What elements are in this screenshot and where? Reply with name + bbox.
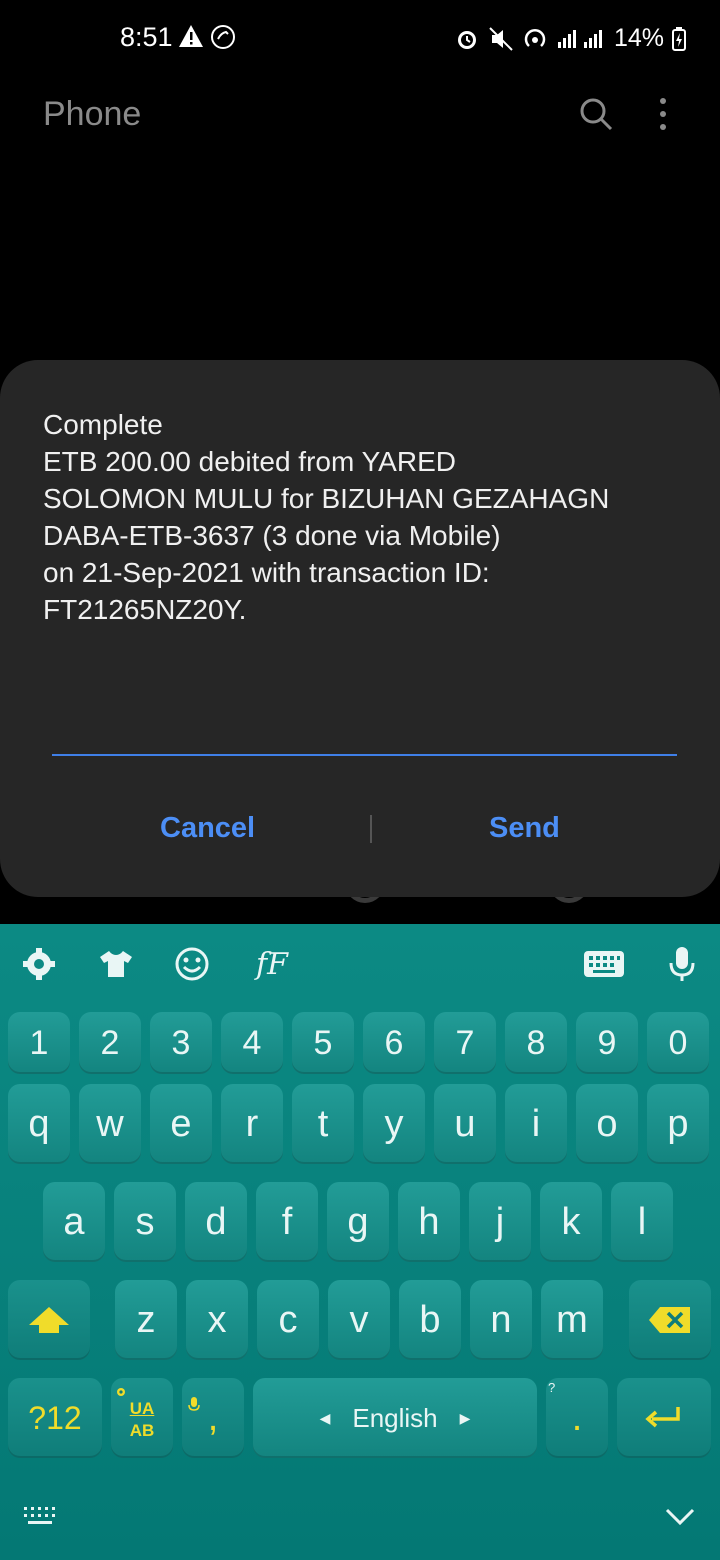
key-o[interactable]: o bbox=[576, 1084, 638, 1164]
enter-key[interactable] bbox=[617, 1378, 711, 1458]
period-hint: ? bbox=[548, 1380, 556, 1395]
voice-input-button[interactable] bbox=[660, 942, 704, 986]
key-r[interactable]: r bbox=[221, 1084, 283, 1164]
theme-button[interactable] bbox=[94, 942, 138, 986]
key-c[interactable]: c bbox=[257, 1280, 319, 1360]
chevron-down-icon bbox=[665, 1508, 695, 1526]
battery-percent: 14% bbox=[613, 24, 664, 52]
cancel-button[interactable]: Cancel bbox=[160, 812, 255, 845]
key-m[interactable]: m bbox=[541, 1280, 603, 1360]
key-h[interactable]: h bbox=[398, 1182, 460, 1262]
key-e[interactable]: e bbox=[150, 1084, 212, 1164]
key-j[interactable]: j bbox=[469, 1182, 531, 1262]
enter-arrow-icon bbox=[645, 1407, 680, 1428]
key-5[interactable]: 5 bbox=[292, 1012, 354, 1074]
reply-input[interactable] bbox=[52, 754, 677, 756]
key-y[interactable]: y bbox=[363, 1084, 425, 1164]
space-language-label: English bbox=[352, 1402, 438, 1433]
tshirt-icon bbox=[100, 951, 132, 977]
key-8[interactable]: 8 bbox=[505, 1012, 567, 1074]
emoji-button[interactable] bbox=[170, 942, 214, 986]
space-key[interactable]: ◀ English ▶ bbox=[253, 1378, 537, 1458]
warning-icon bbox=[179, 25, 203, 47]
lang-switch-bottom: AB bbox=[129, 1421, 155, 1440]
status-right: 14% bbox=[454, 24, 686, 53]
alarm-icon bbox=[457, 30, 476, 49]
key-b[interactable]: b bbox=[399, 1280, 461, 1360]
key-k[interactable]: k bbox=[540, 1182, 602, 1262]
key-u[interactable]: u bbox=[434, 1084, 496, 1164]
gear-icon bbox=[23, 948, 55, 980]
key-2[interactable]: 2 bbox=[79, 1012, 141, 1074]
lang-switch-top: UA bbox=[129, 1399, 155, 1418]
search-button[interactable] bbox=[578, 96, 614, 132]
key-0[interactable]: 0 bbox=[647, 1012, 709, 1074]
key-f[interactable]: f bbox=[256, 1182, 318, 1262]
key-d[interactable]: d bbox=[185, 1182, 247, 1262]
arrow-right-icon: ▶ bbox=[459, 1409, 471, 1426]
key-l[interactable]: l bbox=[611, 1182, 673, 1262]
more-options-button[interactable] bbox=[650, 96, 676, 132]
key-1[interactable]: 1 bbox=[8, 1012, 70, 1074]
status-left-icons bbox=[178, 24, 236, 50]
key-q[interactable]: q bbox=[8, 1084, 70, 1164]
key-x[interactable]: x bbox=[186, 1280, 248, 1360]
key-s[interactable]: s bbox=[114, 1182, 176, 1262]
ussd-dialog: Complete ETB 200.00 debited from YARED S… bbox=[0, 360, 720, 897]
keyboard: fF 1 2 3 4 5 6 7 8 9 0 q w e r t y u i o… bbox=[0, 924, 720, 1560]
shift-arrow-icon bbox=[29, 1307, 69, 1333]
search-icon bbox=[580, 98, 613, 131]
key-p[interactable]: p bbox=[647, 1084, 709, 1164]
mute-icon bbox=[489, 26, 513, 51]
status-time: 8:51 bbox=[120, 22, 173, 52]
smiley-icon bbox=[175, 947, 209, 981]
keyboard-grid-icon bbox=[24, 1507, 55, 1524]
keyboard-layout-button[interactable] bbox=[582, 942, 626, 986]
language-switch-key[interactable]: UA AB bbox=[111, 1378, 173, 1458]
app-title: Phone bbox=[43, 95, 142, 133]
shift-key[interactable] bbox=[8, 1280, 90, 1360]
button-divider bbox=[370, 815, 372, 843]
more-vertical-icon bbox=[660, 98, 666, 130]
key-g[interactable]: g bbox=[327, 1182, 389, 1262]
symbols-key[interactable]: ?12 bbox=[8, 1378, 102, 1458]
send-button[interactable]: Send bbox=[489, 812, 560, 845]
comma-key[interactable]: , bbox=[182, 1378, 244, 1458]
call-forward-icon bbox=[211, 25, 235, 49]
keyboard-icon bbox=[584, 951, 624, 977]
dialog-message: Complete ETB 200.00 debited from YARED S… bbox=[43, 409, 610, 625]
keyboard-switch-button[interactable] bbox=[22, 1504, 58, 1533]
arrow-left-icon: ◀ bbox=[319, 1409, 331, 1426]
period-label: . bbox=[571, 1396, 583, 1439]
key-4[interactable]: 4 bbox=[221, 1012, 283, 1074]
key-9[interactable]: 9 bbox=[576, 1012, 638, 1074]
microphone-icon bbox=[669, 947, 695, 981]
backspace-icon bbox=[649, 1307, 690, 1333]
font-button[interactable]: fF bbox=[248, 942, 296, 986]
settings-button[interactable] bbox=[17, 942, 61, 986]
key-6[interactable]: 6 bbox=[363, 1012, 425, 1074]
key-i[interactable]: i bbox=[505, 1084, 567, 1164]
key-3[interactable]: 3 bbox=[150, 1012, 212, 1074]
battery-charging-icon bbox=[672, 26, 686, 51]
signal-icon bbox=[557, 29, 602, 48]
key-a[interactable]: a bbox=[43, 1182, 105, 1262]
key-t[interactable]: t bbox=[292, 1084, 354, 1164]
key-n[interactable]: n bbox=[470, 1280, 532, 1360]
small-mic-icon bbox=[188, 1380, 200, 1423]
hide-keyboard-button[interactable] bbox=[664, 1506, 696, 1533]
hotspot-icon bbox=[524, 28, 546, 47]
key-w[interactable]: w bbox=[79, 1084, 141, 1164]
backspace-key[interactable] bbox=[629, 1280, 711, 1360]
comma-label: , bbox=[207, 1396, 219, 1439]
small-gear-icon bbox=[115, 1382, 127, 1404]
key-7[interactable]: 7 bbox=[434, 1012, 496, 1074]
key-z[interactable]: z bbox=[115, 1280, 177, 1360]
key-v[interactable]: v bbox=[328, 1280, 390, 1360]
period-key[interactable]: ? . bbox=[546, 1378, 608, 1458]
